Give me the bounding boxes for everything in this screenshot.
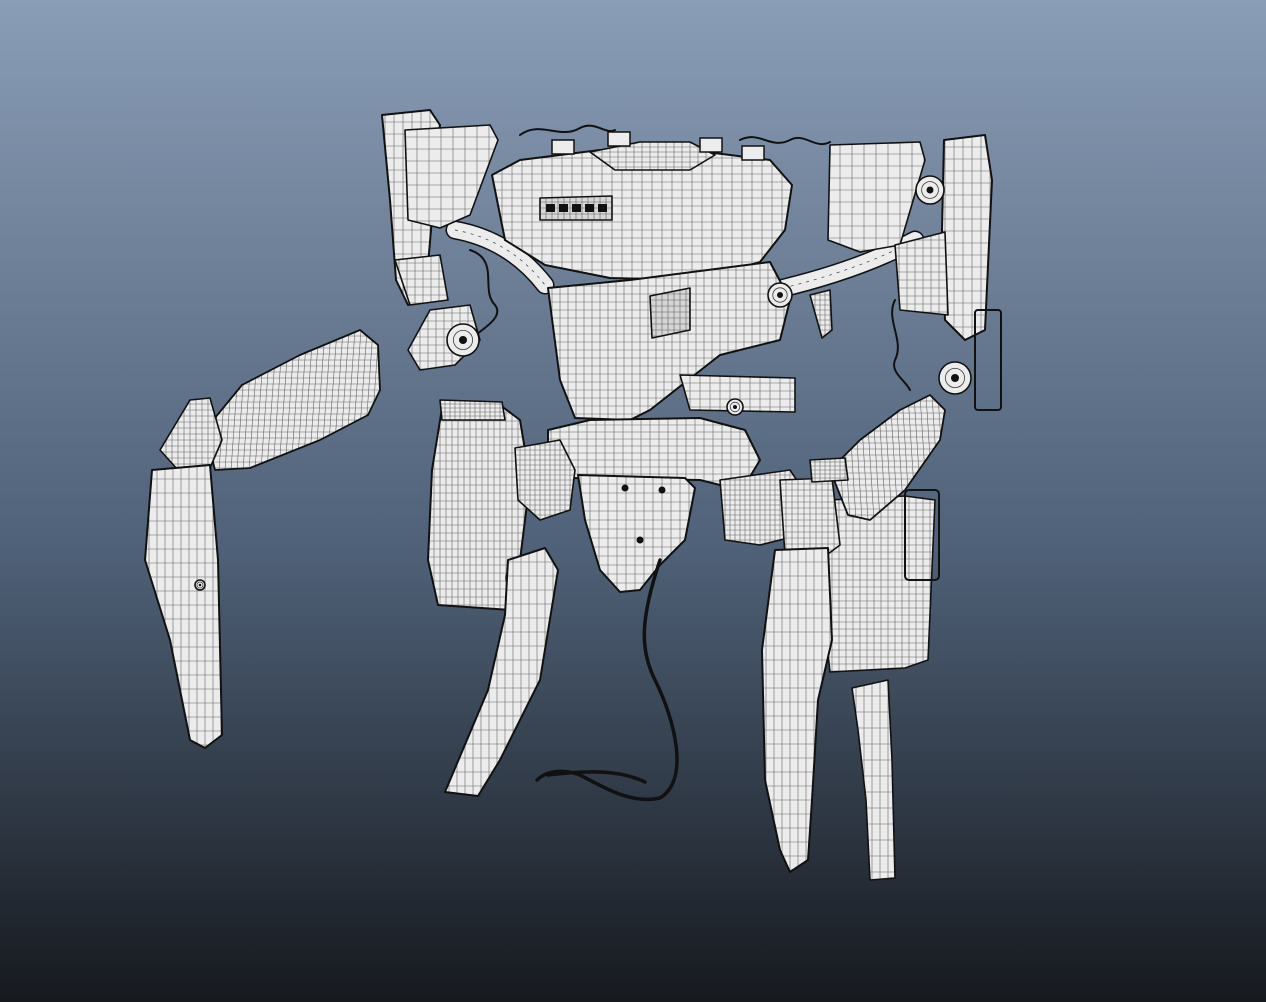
visor-led [585, 204, 594, 212]
visor-led [572, 204, 581, 212]
visor-led [546, 204, 555, 212]
3d-viewport[interactable] [0, 0, 1266, 1002]
arm-right-joint[interactable] [938, 361, 972, 395]
shoulder-right-joint[interactable] [915, 175, 945, 205]
head-connector [551, 139, 575, 155]
arm-left-blade-bolt[interactable] [194, 579, 206, 591]
viewport-canvas[interactable] [0, 0, 1266, 1002]
head-connector [741, 145, 765, 161]
torso-shoulder-socket[interactable] [767, 282, 793, 308]
jaw-bolt-1 [621, 484, 629, 492]
torso-valve[interactable] [726, 398, 744, 416]
head-connector [699, 137, 723, 153]
visor-led [559, 204, 568, 212]
arm-left-joint[interactable] [446, 323, 480, 357]
visor-led [598, 204, 607, 212]
head-connector [607, 131, 631, 147]
jaw-bolt-3 [636, 536, 644, 544]
jaw-bolt-2 [658, 486, 666, 494]
